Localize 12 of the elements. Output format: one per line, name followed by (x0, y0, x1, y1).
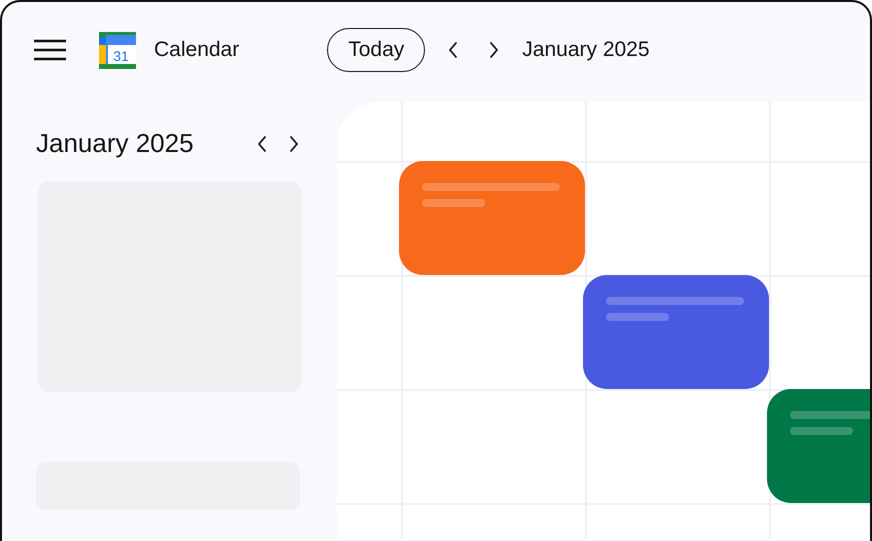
event-block[interactable] (583, 275, 769, 389)
app-title: Calendar (154, 38, 240, 62)
next-icon[interactable] (488, 41, 500, 59)
event-block[interactable] (399, 161, 585, 275)
previous-icon[interactable] (447, 41, 460, 59)
menu-icon[interactable] (33, 38, 67, 62)
previous-icon[interactable] (256, 134, 268, 152)
calendar-logo: 31 (99, 32, 136, 68)
current-period: January 2025 (522, 38, 650, 62)
today-button[interactable]: Today (327, 28, 426, 72)
month-title: January 2025 (36, 128, 195, 159)
next-icon[interactable] (288, 134, 300, 152)
